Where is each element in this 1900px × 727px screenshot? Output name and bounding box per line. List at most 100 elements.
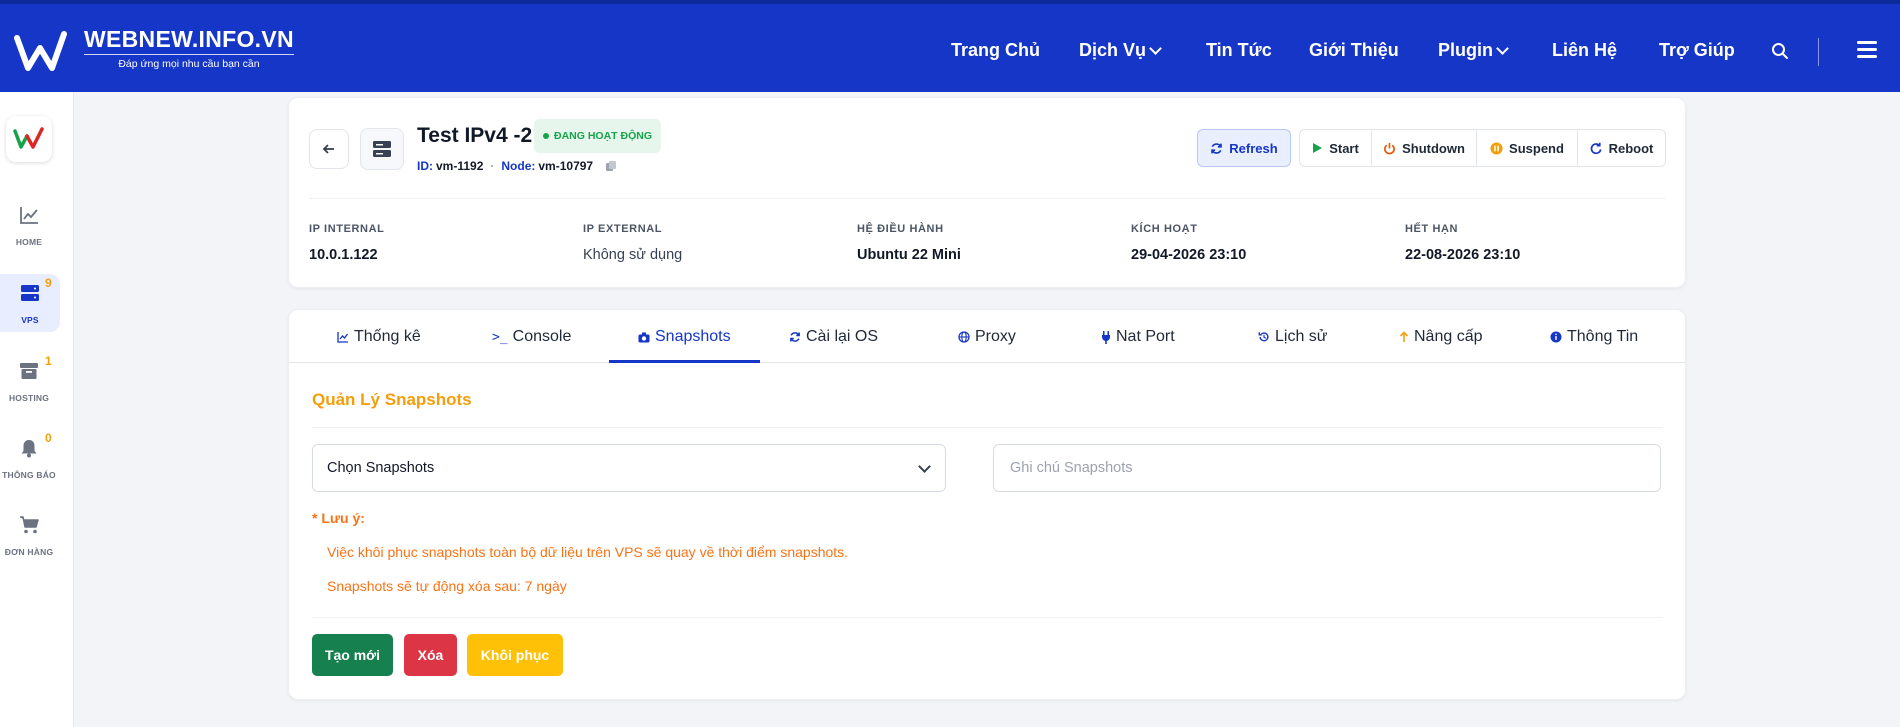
nav-label: Liên Hệ [1552, 40, 1618, 60]
sidebar-item-notifications[interactable]: THÔNG BÁO 0 [0, 431, 58, 487]
arrow-up-icon [1399, 331, 1409, 342]
server-type-icon-box [360, 128, 404, 170]
power-actions: Start Shutdown Suspend Reboot [1299, 129, 1666, 167]
tab-snapshots[interactable]: Snapshots [638, 328, 731, 346]
info-label: IP EXTERNAL [583, 223, 663, 235]
tab-label: Nâng cấp [1414, 328, 1483, 345]
info-value: Ubuntu 22 Mini [857, 247, 961, 263]
sidebar-badge: 9 [45, 276, 52, 290]
server-icon [373, 141, 391, 157]
chevron-down-icon [1149, 41, 1162, 55]
tab-statistics[interactable]: Thống kê [337, 328, 421, 346]
arrow-left-icon [322, 144, 334, 154]
section-title: Quản Lý Snapshots [312, 390, 472, 409]
suspend-button[interactable]: Suspend [1477, 130, 1578, 166]
play-icon [1313, 143, 1323, 153]
sidebar-logo[interactable] [6, 116, 52, 162]
status-label: ĐANG HOẠT ĐỘNG [554, 130, 652, 142]
bell-icon [21, 440, 37, 458]
sidebar-item-label: HOSTING [8, 393, 50, 403]
reboot-button[interactable]: Reboot [1578, 130, 1665, 166]
tab-label: Snapshots [655, 328, 731, 345]
meta-separator: · [490, 159, 495, 173]
tab-console[interactable]: >_ Console [492, 328, 571, 346]
refresh-label: Refresh [1229, 140, 1278, 156]
tab-nat-port[interactable]: Nat Port [1101, 328, 1175, 346]
sidebar-item-label: ĐƠN HÀNG [4, 547, 54, 557]
sidebar-badge: 1 [45, 354, 52, 368]
history-icon [1258, 332, 1269, 342]
info-ip-internal: IP INTERNAL 10.0.1.122 [309, 223, 384, 263]
info-label: KÍCH HOẠT [1131, 223, 1198, 235]
back-button[interactable] [309, 129, 349, 169]
top-navbar: WEBNEW.INFO.VN Đáp ứng mọi nhu cầu bạn c… [0, 0, 1900, 92]
shutdown-label: Shutdown [1402, 140, 1465, 156]
id-label: ID: [417, 159, 433, 173]
info-label: IP INTERNAL [309, 223, 385, 235]
nav-label: Trợ Giúp [1659, 40, 1735, 60]
active-tab-indicator [609, 360, 760, 363]
warning-line: Snapshots sẽ tự động xóa sau: 7 ngày [327, 578, 567, 594]
sidebar-item-orders[interactable]: ĐƠN HÀNG [0, 514, 58, 564]
sidebar-item-vps[interactable]: VPS 9 [0, 274, 60, 332]
cart-icon [20, 516, 39, 534]
tab-label: Thông Tin [1567, 328, 1639, 345]
sidebar-item-hosting[interactable]: HOSTING 1 [0, 354, 58, 410]
sidebar-item-label: HOME [15, 237, 43, 247]
plug-icon [1102, 330, 1110, 344]
create-snapshot-button[interactable]: Tạo mới [312, 634, 393, 676]
site-logo[interactable]: WEBNEW.INFO.VN Đáp ứng mọi nhu cầu bạn c… [14, 26, 294, 74]
tab-proxy[interactable]: Proxy [958, 328, 1016, 346]
info-ip-external: IP EXTERNAL Không sử dụng [583, 223, 682, 263]
refresh-button[interactable]: Refresh [1197, 129, 1291, 167]
logo-tagline: Đáp ứng mọi nhu cầu bạn cần [84, 54, 294, 70]
info-label: HẾT HẠN [1405, 223, 1459, 235]
refresh-icon [1211, 142, 1223, 154]
restore-snapshot-button[interactable]: Khôi phục [467, 634, 563, 676]
nav-tro-giup[interactable]: Trợ Giúp [1659, 40, 1735, 61]
tab-bar: Thống kê >_ Console Snapshots Cài lại OS… [289, 310, 1685, 363]
start-button[interactable]: Start [1300, 130, 1372, 166]
sidebar-item-home[interactable]: HOME [0, 204, 58, 254]
tab-history[interactable]: Lịch sử [1258, 328, 1328, 346]
chart-icon [337, 332, 349, 343]
divider [312, 427, 1663, 428]
nav-dich-vu[interactable]: Dịch Vụ [1079, 40, 1162, 61]
terminal-icon: >_ [492, 329, 508, 345]
vm-meta: ID: vm-1192 · Node: vm-10797 [417, 159, 617, 173]
snapshot-note-input[interactable] [993, 444, 1661, 492]
nav-label: Dịch Vụ [1079, 40, 1147, 60]
tab-label: Thống kê [354, 328, 421, 345]
tab-label: Lịch sử [1275, 328, 1328, 345]
tab-reinstall-os[interactable]: Cài lại OS [789, 328, 878, 346]
copy-icon[interactable] [605, 160, 617, 172]
status-badge: ĐANG HOẠT ĐỘNG [534, 119, 661, 153]
suspend-label: Suspend [1509, 140, 1564, 156]
chevron-down-icon [1496, 41, 1509, 55]
nav-label: Tin Tức [1206, 40, 1272, 60]
status-dot-icon [543, 133, 549, 139]
delete-snapshot-button[interactable]: Xóa [404, 634, 457, 676]
info-label: HỆ ĐIỀU HÀNH [857, 223, 944, 235]
nav-gioi-thieu[interactable]: Giới Thiệu [1309, 40, 1399, 61]
hamburger-menu-icon[interactable] [1857, 41, 1877, 59]
nav-label: Trang Chủ [951, 40, 1040, 60]
nav-trang-chu[interactable]: Trang Chủ [951, 40, 1040, 61]
shutdown-button[interactable]: Shutdown [1372, 130, 1477, 166]
nav-plugin[interactable]: Plugin [1438, 40, 1509, 61]
id-value: vm-1192 [436, 159, 484, 173]
nav-lien-he[interactable]: Liên Hệ [1552, 40, 1617, 61]
node-label: Node: [501, 159, 536, 173]
nav-tin-tuc[interactable]: Tin Tức [1206, 40, 1272, 61]
snapshot-select-value: Chọn Snapshots [327, 460, 435, 476]
search-icon[interactable] [1771, 42, 1789, 60]
snapshot-select[interactable]: Chọn Snapshots [312, 444, 946, 492]
divider [309, 198, 1665, 199]
tab-info[interactable]: Thông Tin [1550, 328, 1638, 346]
info-value: 10.0.1.122 [309, 247, 378, 263]
camera-icon [638, 332, 650, 342]
sidebar: HOME VPS 9 HOSTING 1 THÔNG BÁO 0 ĐƠN HÀN… [0, 92, 74, 727]
tab-upgrade[interactable]: Nâng cấp [1399, 328, 1483, 346]
pause-circle-icon [1490, 141, 1503, 155]
sidebar-badge: 0 [45, 431, 52, 445]
